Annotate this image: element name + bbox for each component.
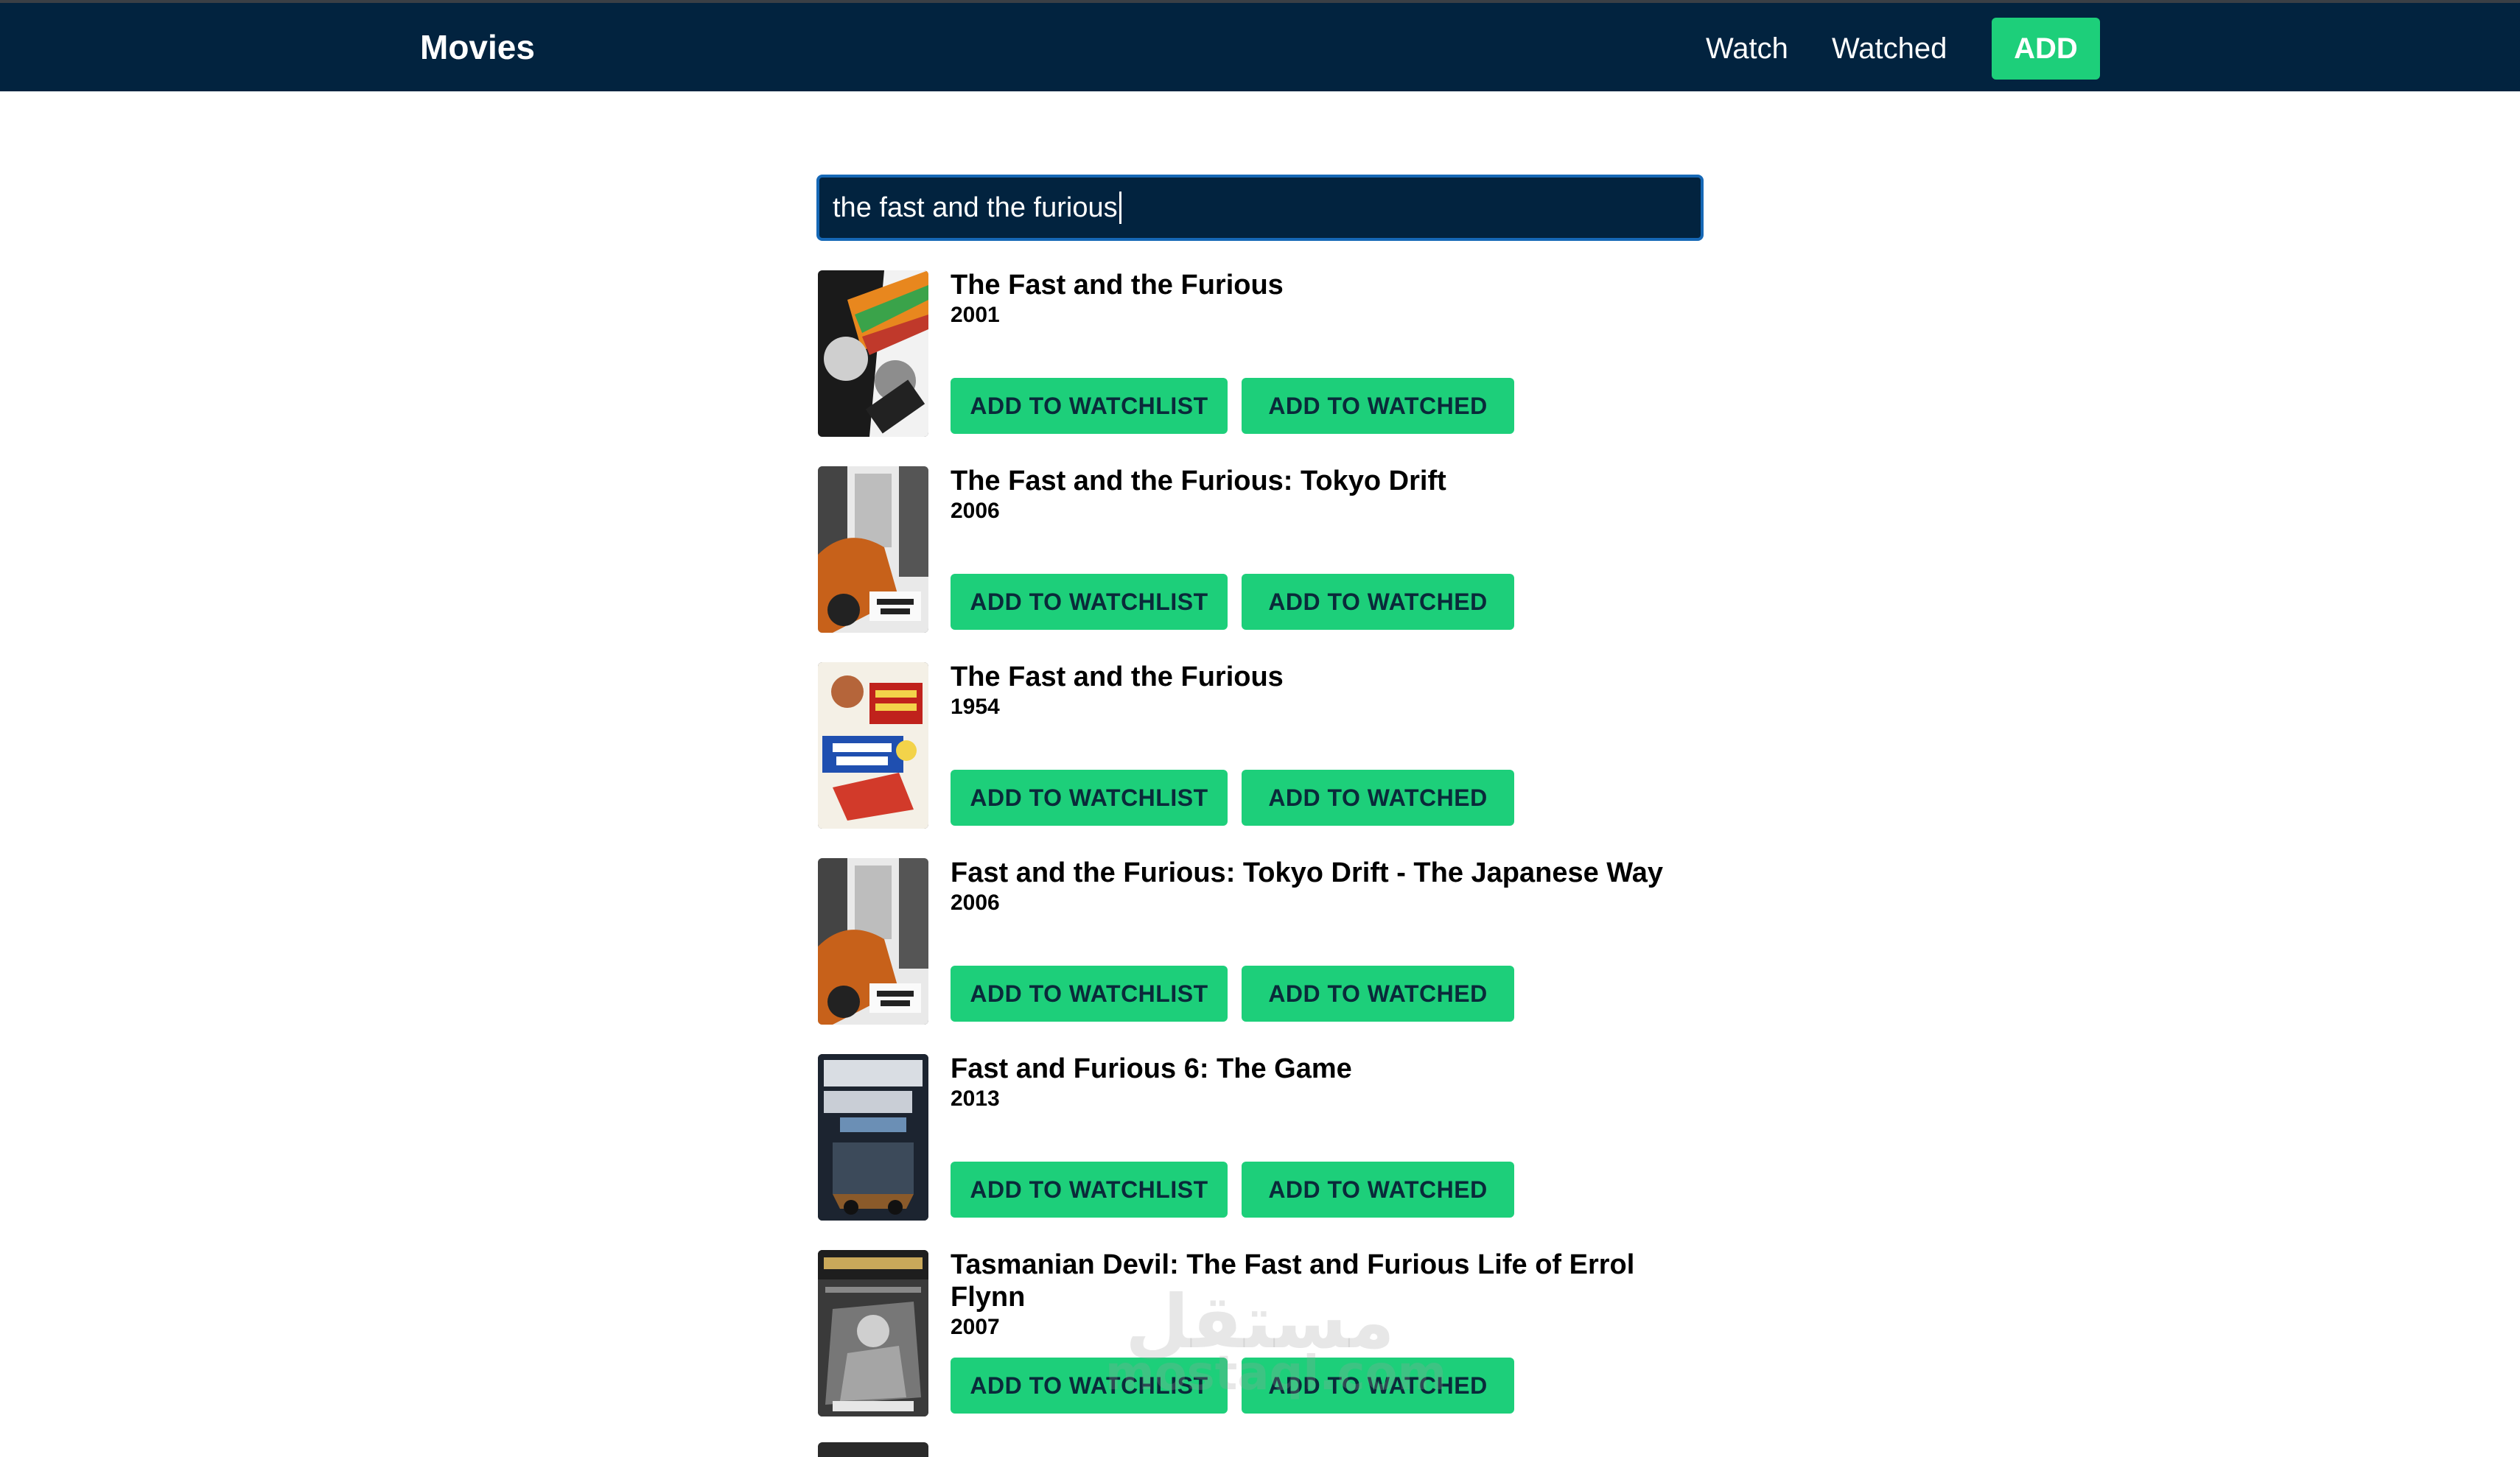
poster-image-tasmanian-devil bbox=[818, 1250, 928, 1416]
add-to-watched-button[interactable]: ADD TO WATCHED bbox=[1242, 574, 1514, 630]
movie-poster bbox=[818, 270, 928, 437]
movie-year: 1954 bbox=[951, 695, 1000, 719]
add-to-watched-button[interactable]: ADD TO WATCHED bbox=[1242, 966, 1514, 1022]
result-item: Tasmanian Devil: The Fast and Furious Li… bbox=[816, 1249, 1704, 1418]
add-button[interactable]: ADD bbox=[1992, 18, 2100, 80]
result-item: The Fast and the Furious 2001 ADD TO WAT… bbox=[816, 269, 1704, 438]
movie-poster bbox=[818, 662, 928, 829]
movie-poster-partial bbox=[818, 1442, 928, 1457]
result-item: The Fast and the Furious: Tokyo Drift 20… bbox=[816, 465, 1704, 634]
search-input-value: the fast and the furious bbox=[833, 192, 1118, 223]
poster-image-tokyo-drift-japanese-way bbox=[818, 858, 928, 1025]
movie-year: 2001 bbox=[951, 303, 1000, 327]
movie-year: 2013 bbox=[951, 1086, 1000, 1111]
movie-poster bbox=[818, 1250, 928, 1416]
add-to-watchlist-button[interactable]: ADD TO WATCHLIST bbox=[951, 1162, 1228, 1218]
movie-year: 2006 bbox=[951, 891, 1000, 915]
add-to-watchlist-button[interactable]: ADD TO WATCHLIST bbox=[951, 378, 1228, 434]
movie-title[interactable]: Fast and the Furious: Tokyo Drift - The … bbox=[951, 857, 1687, 889]
navbar: Movies Watch Watched ADD bbox=[0, 3, 2520, 91]
add-to-watched-button[interactable]: ADD TO WATCHED bbox=[1242, 378, 1514, 434]
add-to-watchlist-button[interactable]: ADD TO WATCHLIST bbox=[951, 966, 1228, 1022]
add-to-watched-button[interactable]: ADD TO WATCHED bbox=[1242, 770, 1514, 826]
poster-image-fast-furious-2001 bbox=[818, 270, 928, 437]
add-to-watchlist-button[interactable]: ADD TO WATCHLIST bbox=[951, 574, 1228, 630]
poster-image-tokyo-drift bbox=[818, 466, 928, 633]
add-to-watchlist-button[interactable]: ADD TO WATCHLIST bbox=[951, 1358, 1228, 1414]
nav-link-watch[interactable]: Watch bbox=[1706, 31, 1788, 66]
poster-image-fast-furious-1954 bbox=[818, 662, 928, 829]
movie-title[interactable]: The Fast and the Furious bbox=[951, 661, 1687, 693]
movie-title[interactable]: Fast and Furious 6: The Game bbox=[951, 1053, 1687, 1085]
add-to-watched-button[interactable]: ADD TO WATCHED bbox=[1242, 1358, 1514, 1414]
movie-title[interactable]: Tasmanian Devil: The Fast and Furious Li… bbox=[951, 1249, 1687, 1313]
poster-image-fast-furious-6-game bbox=[818, 1054, 928, 1221]
add-to-watched-button[interactable]: ADD TO WATCHED bbox=[1242, 1162, 1514, 1218]
movie-poster bbox=[818, 466, 928, 633]
result-item: The Fast and the Furious 1954 ADD TO WAT… bbox=[816, 661, 1704, 830]
search-input[interactable]: the fast and the furious bbox=[816, 175, 1704, 241]
movie-title[interactable]: The Fast and the Furious bbox=[951, 269, 1687, 301]
nav-link-watched[interactable]: Watched bbox=[1832, 31, 1947, 66]
movie-poster bbox=[818, 858, 928, 1025]
add-to-watchlist-button[interactable]: ADD TO WATCHLIST bbox=[951, 770, 1228, 826]
movie-poster bbox=[818, 1054, 928, 1221]
result-item: Fast and Furious 6: The Game 2013 ADD TO… bbox=[816, 1053, 1704, 1222]
result-item: Fast and the Furious: Tokyo Drift - The … bbox=[816, 857, 1704, 1026]
text-caret bbox=[1119, 192, 1121, 224]
brand-logo[interactable]: Movies bbox=[420, 28, 535, 66]
movie-year: 2007 bbox=[951, 1315, 1000, 1339]
movie-title[interactable]: The Fast and the Furious: Tokyo Drift bbox=[951, 465, 1687, 497]
movie-year: 2006 bbox=[951, 499, 1000, 523]
